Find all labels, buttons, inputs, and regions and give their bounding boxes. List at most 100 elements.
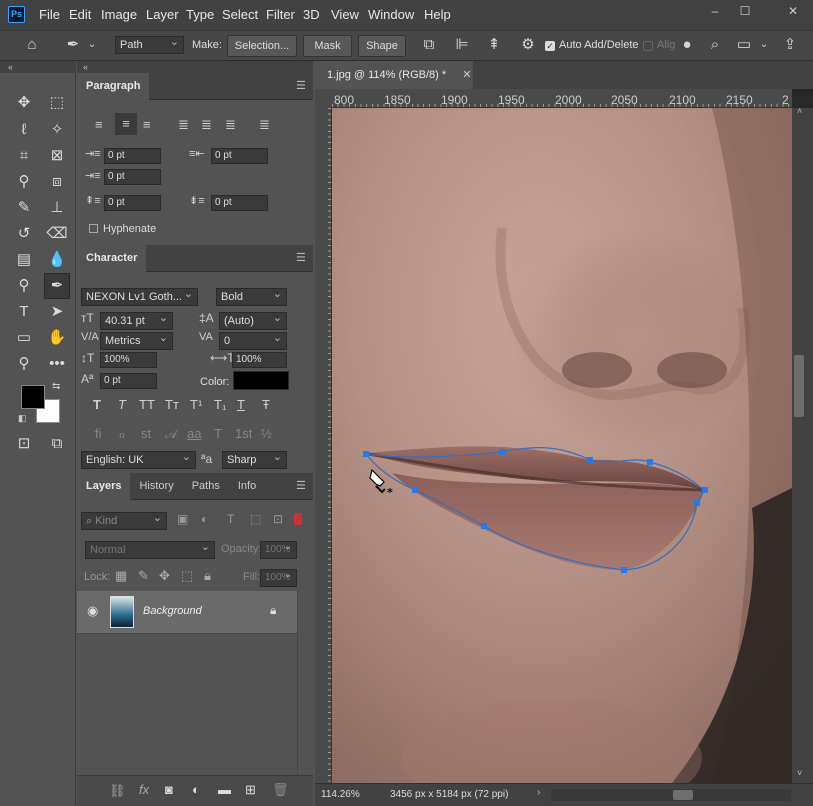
- tab-character[interactable]: Character: [77, 245, 147, 272]
- justify-last-left-icon[interactable]: ≣: [178, 117, 189, 133]
- lock-artboard-icon[interactable]: ⬚: [181, 568, 193, 584]
- swash-icon[interactable]: 𝒜: [165, 426, 177, 442]
- status-menu-arrow-icon[interactable]: ›: [537, 787, 540, 798]
- space-after-field[interactable]: 0 pt: [211, 195, 268, 211]
- fill-field[interactable]: 100%: [260, 567, 297, 587]
- close-button[interactable]: ✕: [781, 4, 805, 20]
- maximize-button[interactable]: ☐: [733, 4, 757, 20]
- tab-layers[interactable]: Layers: [77, 473, 131, 500]
- more-tools-icon[interactable]: •••: [46, 353, 68, 375]
- type-filter-icon[interactable]: T: [227, 512, 234, 526]
- lasso-tool-icon[interactable]: ℓ: [13, 119, 35, 141]
- anchor-point[interactable]: [412, 487, 418, 493]
- home-icon[interactable]: ⌂: [20, 34, 44, 56]
- tool-mode-select[interactable]: Path: [115, 34, 184, 54]
- adjustment-filter-icon[interactable]: ◐: [201, 512, 208, 526]
- menu-select[interactable]: Select: [222, 7, 258, 22]
- font-size-select[interactable]: 40.31 pt: [100, 310, 173, 330]
- layers-scrollbar[interactable]: [297, 591, 313, 775]
- foreground-color-swatch[interactable]: [21, 385, 45, 409]
- adjustment-layer-icon[interactable]: ◐: [192, 782, 200, 797]
- tab-info[interactable]: Info: [229, 473, 265, 500]
- anchor-point[interactable]: [499, 449, 505, 455]
- delete-layer-icon[interactable]: 🗑︎: [272, 782, 289, 798]
- crop-tool-icon[interactable]: ⌗: [13, 145, 35, 167]
- add-mask-icon[interactable]: ◙: [165, 782, 173, 797]
- anchor-point[interactable]: [481, 523, 487, 529]
- anti-alias-select[interactable]: Sharp: [222, 449, 287, 469]
- small-caps-icon[interactable]: Tт: [165, 397, 179, 412]
- subscript-icon[interactable]: T₁: [214, 397, 226, 412]
- scroll-down-icon[interactable]: ˅: [797, 768, 802, 778]
- marquee-tool-icon[interactable]: ⬚: [46, 92, 68, 114]
- discretionary-ligatures-icon[interactable]: ℴ: [119, 426, 125, 442]
- workspace-icon[interactable]: ▭: [733, 34, 755, 56]
- share-icon[interactable]: ⇪: [779, 34, 801, 56]
- menu-window[interactable]: Window: [368, 7, 414, 22]
- menu-help[interactable]: Help: [424, 7, 451, 22]
- shape-filter-icon[interactable]: ⬚: [250, 512, 261, 526]
- anchor-point[interactable]: [694, 500, 700, 506]
- path-operations-icon[interactable]: ⧉: [419, 34, 439, 56]
- canvas-photo[interactable]: *: [332, 108, 792, 783]
- panel-menu-icon[interactable]: ☰: [296, 251, 306, 264]
- make-mask-button[interactable]: Mask: [303, 35, 352, 57]
- panel-menu-icon[interactable]: ☰: [296, 79, 306, 92]
- font-style-select[interactable]: Bold: [216, 286, 287, 306]
- make-shape-button[interactable]: Shape: [358, 35, 406, 57]
- default-colors-icon[interactable]: ◧: [18, 413, 27, 424]
- ordinals-icon[interactable]: 1st: [235, 426, 252, 441]
- justify-all-icon[interactable]: ≣: [259, 117, 270, 133]
- strikethrough-icon[interactable]: Ŧ: [262, 397, 270, 412]
- collapse-arrows-icon[interactable]: «: [77, 61, 313, 73]
- lock-pixels-icon[interactable]: ✎: [138, 568, 149, 584]
- layer-lock-icon[interactable]: 🔒︎: [270, 603, 276, 618]
- move-tool-icon[interactable]: ✥: [13, 92, 35, 114]
- tracking-select[interactable]: 0: [219, 330, 287, 350]
- menu-image[interactable]: Image: [101, 7, 137, 22]
- stylistic-alternates-icon[interactable]: aa: [187, 426, 201, 441]
- link-layers-icon[interactable]: ⛓: [109, 783, 126, 799]
- dodge-tool-icon[interactable]: ⚲: [13, 275, 35, 297]
- lock-position-icon[interactable]: ✥: [159, 568, 170, 584]
- font-family-select[interactable]: NEXON Lv1 Goth...: [81, 286, 198, 306]
- chevron-down-icon[interactable]: ⌄: [86, 34, 98, 56]
- brush-tool-icon[interactable]: ✎: [13, 197, 35, 219]
- vertical-scrollbar[interactable]: ˄ ˅: [792, 106, 813, 783]
- indent-right-field[interactable]: 0 pt: [211, 148, 268, 164]
- menu-file[interactable]: File: [39, 7, 60, 22]
- menu-layer[interactable]: Layer: [146, 7, 179, 22]
- blend-mode-select[interactable]: Normal: [85, 539, 215, 559]
- anchor-point[interactable]: [363, 451, 369, 457]
- align-right-icon[interactable]: ≡: [143, 117, 151, 132]
- menu-3d[interactable]: 3D: [303, 7, 320, 22]
- path-alignment-icon[interactable]: ⊫: [452, 34, 472, 56]
- fractions-icon[interactable]: ½: [261, 426, 272, 441]
- kerning-select[interactable]: Metrics: [100, 330, 173, 350]
- leading-select[interactable]: (Auto): [219, 310, 287, 330]
- make-selection-button[interactable]: Selection...: [227, 35, 297, 57]
- screen-mode-icon[interactable]: ⧉: [46, 433, 68, 455]
- titling-alternates-icon[interactable]: T: [214, 426, 222, 441]
- scroll-thumb[interactable]: [794, 355, 804, 417]
- close-tab-icon[interactable]: ✕: [462, 69, 471, 81]
- new-group-icon[interactable]: ▬: [218, 782, 231, 797]
- menu-view[interactable]: View: [331, 7, 359, 22]
- document-tab[interactable]: 1.jpg @ 114% (RGB/8) * ✕: [315, 61, 473, 89]
- faux-italic-icon[interactable]: T: [118, 397, 126, 412]
- menu-type[interactable]: Type: [186, 7, 214, 22]
- faux-bold-icon[interactable]: T: [93, 397, 101, 412]
- lock-all-icon[interactable]: 🔒︎: [204, 568, 211, 584]
- anchor-point[interactable]: [702, 487, 708, 493]
- filter-toggle-icon[interactable]: [294, 513, 302, 525]
- language-select[interactable]: English: UK: [81, 449, 196, 469]
- vertical-scale-field[interactable]: 100%: [100, 352, 157, 368]
- type-tool-icon[interactable]: T: [13, 301, 35, 323]
- filter-kind-select[interactable]: ⌕ Kind: [81, 510, 167, 530]
- new-layer-icon[interactable]: ⊞: [245, 782, 256, 798]
- auto-add-delete-checkbox[interactable]: ✓: [545, 41, 555, 51]
- space-before-field[interactable]: 0 pt: [104, 195, 161, 211]
- eraser-tool-icon[interactable]: ⌫: [46, 223, 68, 245]
- justify-last-right-icon[interactable]: ≣: [225, 117, 236, 133]
- ligatures-icon[interactable]: fi: [95, 426, 102, 441]
